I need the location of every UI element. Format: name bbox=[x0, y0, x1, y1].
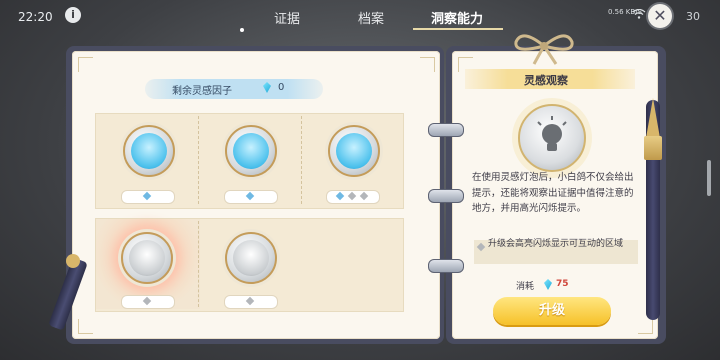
pen-nib-icon bbox=[646, 98, 660, 138]
status-time: 22:20 bbox=[18, 10, 53, 24]
lightbulb-icon bbox=[518, 104, 586, 172]
binder-ring bbox=[428, 189, 464, 203]
skill-medal-icon[interactable] bbox=[328, 125, 380, 177]
cost-value: 75 bbox=[556, 279, 569, 289]
wifi-icon bbox=[632, 9, 646, 19]
page-corner-ornament bbox=[420, 57, 435, 72]
detail-description: 在使用灵感灯泡后，小白鸽不仅会给出提示，还能将观察出证据中值得注意的地方，并用高… bbox=[472, 172, 634, 214]
info-icon[interactable]: i bbox=[65, 7, 81, 23]
close-button[interactable]: ✕ bbox=[648, 4, 672, 28]
skill-medal-icon[interactable] bbox=[123, 125, 175, 177]
edge-scroll-handle[interactable] bbox=[707, 160, 711, 196]
tab-dot bbox=[240, 28, 244, 32]
skill-medal-icon[interactable] bbox=[225, 125, 277, 177]
page-corner-ornament bbox=[638, 319, 653, 334]
eye-medal-icon[interactable] bbox=[225, 232, 277, 284]
tab-active-indicator bbox=[413, 28, 503, 30]
page-corner-ornament bbox=[78, 319, 93, 334]
battery-level: 30 bbox=[686, 10, 700, 23]
cell-divider bbox=[301, 116, 302, 204]
cell-divider bbox=[198, 221, 199, 307]
binder-ring bbox=[428, 123, 464, 137]
upgrade-effect-text: 升级会高亮闪烁显示可互动的区域 bbox=[488, 239, 624, 249]
upgrade-button[interactable]: 升级 bbox=[493, 297, 611, 325]
tab-evidence[interactable]: 证据 bbox=[274, 8, 300, 27]
pen-band bbox=[644, 136, 662, 160]
lightbulb-medal-icon[interactable] bbox=[121, 232, 173, 284]
page-corner-ornament bbox=[78, 57, 93, 72]
detail-title: 灵感观察 bbox=[524, 74, 568, 87]
cell-divider bbox=[198, 116, 199, 204]
tab-archive[interactable]: 档案 bbox=[358, 8, 384, 27]
factor-count: 0 bbox=[278, 82, 285, 93]
ribbon-bow-icon bbox=[514, 34, 574, 65]
tab-insight[interactable]: 洞察能力 bbox=[431, 8, 483, 27]
factor-label: 剩余灵感因子 bbox=[172, 86, 232, 97]
cost-label: 消耗 bbox=[516, 282, 535, 292]
binder-ring bbox=[428, 259, 464, 273]
scroll-knot bbox=[66, 254, 80, 268]
